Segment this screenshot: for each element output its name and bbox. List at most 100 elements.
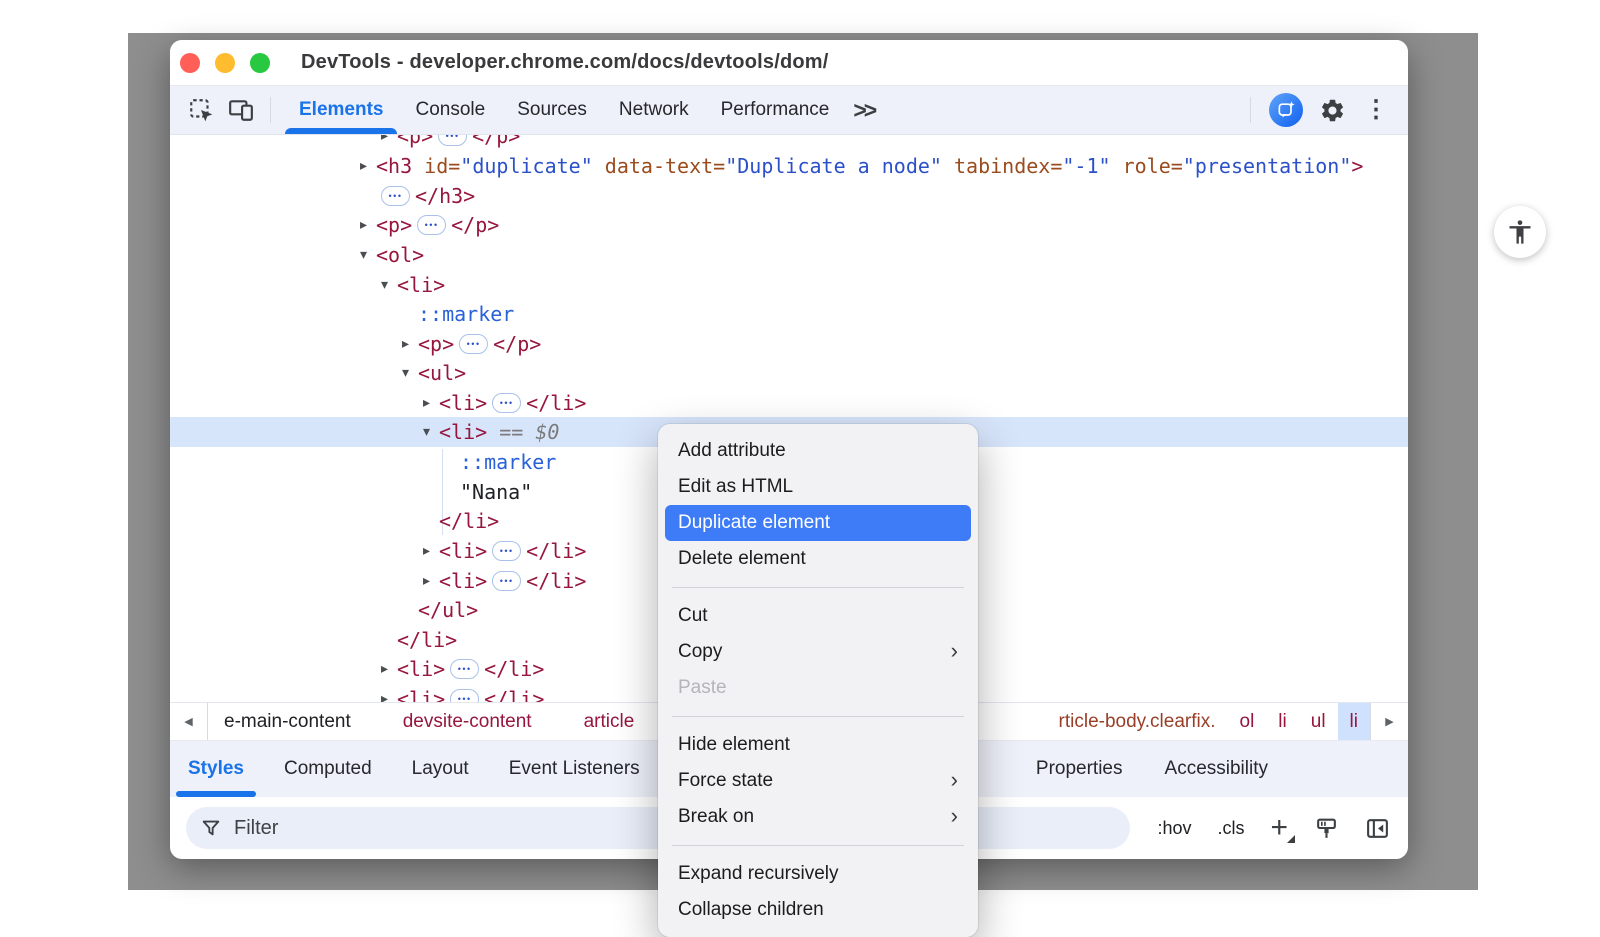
tree-row[interactable]: ▾<ol> xyxy=(170,240,1408,270)
overflow-menu-icon[interactable]: ⋮ xyxy=(1364,98,1388,122)
menu-item-copy[interactable]: Copy› xyxy=(665,634,971,670)
collapse-arrow-icon[interactable]: ▸ xyxy=(423,543,439,559)
breadcrumb-item[interactable]: ul xyxy=(1299,703,1338,740)
panel-tab-performance[interactable]: Performance xyxy=(705,86,846,134)
ellipsis-pill[interactable]: ••• xyxy=(459,334,488,354)
menu-separator xyxy=(672,587,964,588)
sidebar-tab-event-listeners[interactable]: Event Listeners xyxy=(493,741,656,797)
ellipsis-pill[interactable]: ••• xyxy=(450,659,479,679)
code-attr: data-text= xyxy=(593,154,725,178)
close-window-button[interactable] xyxy=(180,53,200,73)
tree-row[interactable]: ::marker xyxy=(170,299,1408,329)
menu-item-expand-recursively[interactable]: Expand recursively xyxy=(665,856,971,892)
inspect-element-icon[interactable] xyxy=(188,97,214,123)
ai-assistant-icon[interactable] xyxy=(1269,93,1303,127)
breadcrumb-item[interactable]: li xyxy=(1266,703,1298,740)
menu-item-collapse-children[interactable]: Collapse children xyxy=(665,892,971,928)
sidebar-tab-accessibility[interactable]: Accessibility xyxy=(1149,741,1284,797)
menu-item-hide-element[interactable]: Hide element xyxy=(665,727,971,763)
ellipsis-pill[interactable]: ••• xyxy=(450,689,479,702)
collapse-arrow-icon[interactable]: ▸ xyxy=(381,691,397,702)
settings-gear-icon[interactable] xyxy=(1319,97,1346,124)
breadcrumb-item[interactable]: ol xyxy=(1228,703,1267,740)
tree-row[interactable]: ▾<li> xyxy=(170,270,1408,300)
tree-row[interactable]: •••</h3> xyxy=(170,181,1408,211)
window-title: DevTools - developer.chrome.com/docs/dev… xyxy=(301,51,829,74)
rendering-brush-icon[interactable] xyxy=(1314,816,1339,841)
toggle-sidebar-icon[interactable] xyxy=(1365,816,1390,841)
sidebar-tab-computed[interactable]: Computed xyxy=(268,741,388,797)
collapse-arrow-icon[interactable]: ▸ xyxy=(423,573,439,589)
menu-item-break-on[interactable]: Break on › xyxy=(665,799,971,835)
sidebar-tab-styles[interactable]: Styles xyxy=(172,741,260,797)
code-tag: <p> xyxy=(376,213,412,237)
menu-item-edit-as-html[interactable]: Edit as HTML xyxy=(665,469,971,505)
sidebar-tab-layout[interactable]: Layout xyxy=(396,741,485,797)
collapse-arrow-icon[interactable]: ▸ xyxy=(402,336,418,352)
submenu-chevron-icon: › xyxy=(951,805,958,827)
breadcrumb-scroll-left-icon[interactable]: ◀ xyxy=(170,703,208,740)
expand-arrow-icon[interactable]: ▾ xyxy=(360,247,376,263)
minimize-window-button[interactable] xyxy=(215,53,235,73)
new-style-rule-button[interactable]: + xyxy=(1270,813,1288,843)
code-tag: <p> xyxy=(418,332,454,356)
menu-separator xyxy=(672,845,964,846)
breadcrumb-item-selected[interactable]: li xyxy=(1338,703,1370,740)
ellipsis-pill[interactable]: ••• xyxy=(438,135,467,146)
more-tabs-icon[interactable]: >> xyxy=(853,97,874,124)
menu-item-label: Edit as HTML xyxy=(678,476,793,498)
breadcrumb-item[interactable]: devsite-content xyxy=(391,711,544,733)
expand-arrow-icon[interactable]: ▾ xyxy=(423,424,439,440)
collapse-arrow-icon[interactable]: ▸ xyxy=(360,158,376,174)
tree-row[interactable]: ▸<p>•••</p> xyxy=(170,210,1408,240)
collapse-arrow-icon[interactable]: ▸ xyxy=(360,217,376,233)
menu-item-cut[interactable]: Cut xyxy=(665,598,971,634)
ellipsis-pill[interactable]: ••• xyxy=(492,393,521,413)
breadcrumbs-right: rticle-body.clearfix.olliulli xyxy=(1047,703,1370,740)
page: { "window": { "title": "DevTools - devel… xyxy=(0,0,1600,908)
expand-arrow-icon[interactable]: ▾ xyxy=(381,277,397,293)
toolbar-divider xyxy=(270,97,271,123)
menu-item-add-attribute[interactable]: Add attribute xyxy=(665,433,971,469)
breadcrumb-item[interactable]: article xyxy=(572,711,647,733)
menu-item-label: Break on xyxy=(678,806,754,828)
element-classes-button[interactable]: .cls xyxy=(1217,818,1244,839)
menu-item-label: Paste xyxy=(678,677,727,699)
panel-tabs: ElementsConsoleSourcesNetworkPerformance xyxy=(283,86,845,134)
toggle-element-state-button[interactable]: :hov xyxy=(1157,818,1191,839)
code-tag: <li> xyxy=(397,657,445,681)
maximize-window-button[interactable] xyxy=(250,53,270,73)
menu-item-force-state[interactable]: Force state› xyxy=(665,763,971,799)
breadcrumb-item[interactable]: rticle-body.clearfix. xyxy=(1047,703,1228,740)
styles-toolbar-actions: :hov .cls + xyxy=(1157,813,1390,843)
code-val: "-1" xyxy=(1062,154,1110,178)
collapse-arrow-icon[interactable]: ▸ xyxy=(423,395,439,411)
tree-row[interactable]: ▸<p>•••</p> xyxy=(170,329,1408,359)
panel-tab-console[interactable]: Console xyxy=(399,86,501,134)
sidebar-tabs-right: PropertiesAccessibility xyxy=(1020,741,1284,797)
ellipsis-pill[interactable]: ••• xyxy=(381,186,410,206)
breadcrumb-scroll-right-icon[interactable]: ▶ xyxy=(1370,703,1408,740)
panel-tab-network[interactable]: Network xyxy=(603,86,705,134)
panel-tab-sources[interactable]: Sources xyxy=(501,86,603,134)
collapse-arrow-icon[interactable]: ▸ xyxy=(381,661,397,677)
code-tag: <li> xyxy=(439,539,487,563)
sidebar-tab-properties[interactable]: Properties xyxy=(1020,741,1139,797)
tree-row[interactable]: ▸<li>•••</li> xyxy=(170,388,1408,418)
ellipsis-pill[interactable]: ••• xyxy=(492,571,521,591)
menu-item-delete-element[interactable]: Delete element xyxy=(665,541,971,577)
menu-item-duplicate-element[interactable]: Duplicate element xyxy=(665,505,971,541)
ellipsis-pill[interactable]: ••• xyxy=(417,215,446,235)
device-toolbar-icon[interactable] xyxy=(228,97,254,123)
code-marker: ::marker xyxy=(460,450,556,474)
collapse-arrow-icon[interactable]: ▸ xyxy=(381,135,397,144)
ellipsis-pill[interactable]: ••• xyxy=(492,541,521,561)
tree-row[interactable]: ▸<p>•••</p> xyxy=(170,135,1408,151)
tree-row[interactable]: ▾<ul> xyxy=(170,358,1408,388)
expand-arrow-icon[interactable]: ▾ xyxy=(402,365,418,381)
panel-tab-elements[interactable]: Elements xyxy=(283,86,399,134)
breadcrumb-item[interactable]: e-main-content xyxy=(212,711,363,733)
accessibility-widget[interactable] xyxy=(1494,206,1546,258)
menu-item-label: Hide element xyxy=(678,734,790,756)
tree-row[interactable]: ▸<h3 id="duplicate" data-text="Duplicate… xyxy=(170,151,1408,181)
